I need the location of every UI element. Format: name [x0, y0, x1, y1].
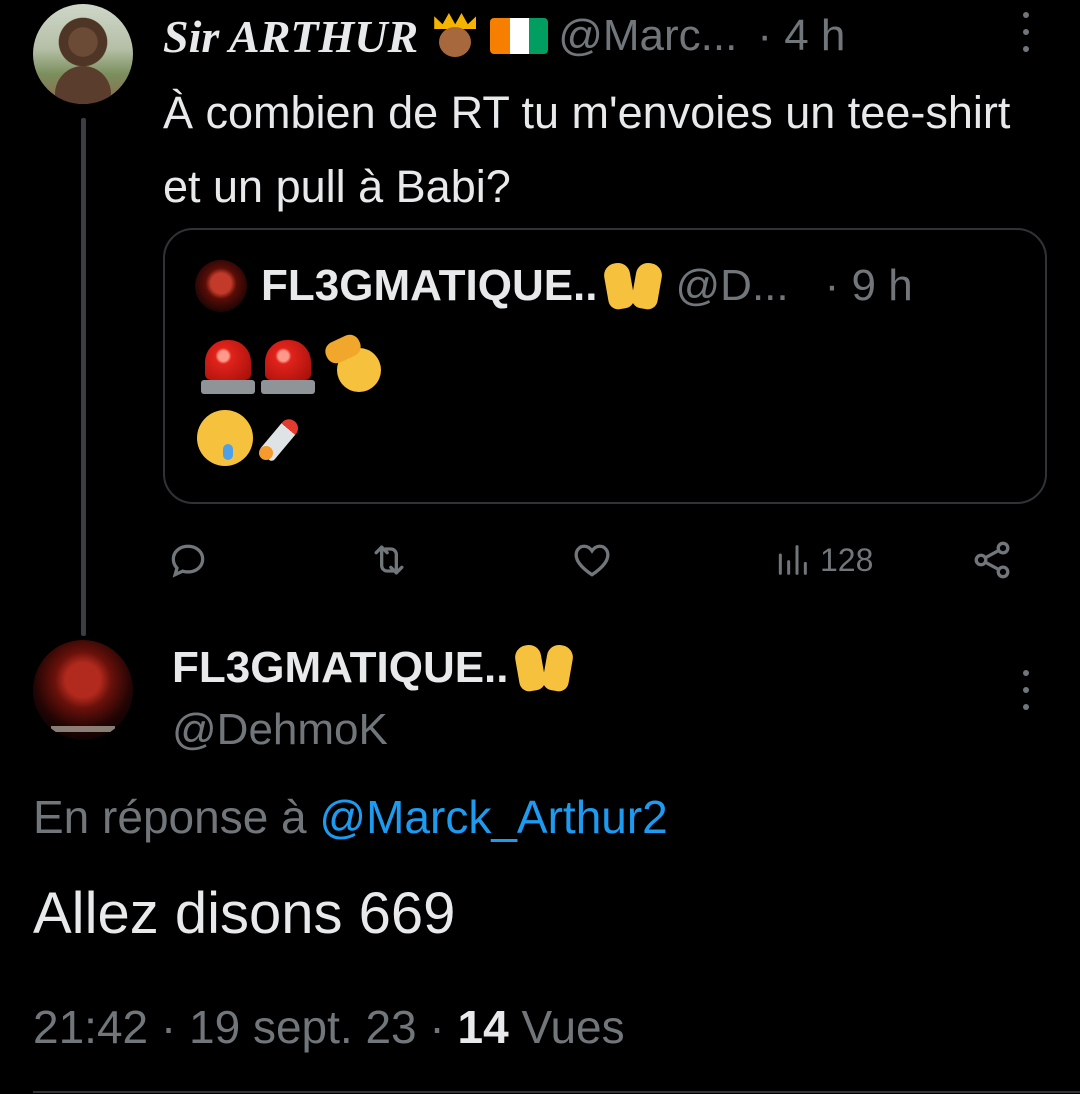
views-count: 128 [820, 541, 874, 578]
saluting-face-icon [322, 331, 383, 396]
parent-more-options-icon[interactable] [1020, 12, 1032, 52]
reply-button[interactable] [166, 538, 210, 582]
share-button[interactable] [970, 538, 1014, 582]
avatar-figure [55, 66, 111, 104]
reply-icon [171, 544, 205, 578]
main-author-avatar[interactable] [33, 640, 133, 740]
quoted-author-handle: @D... [675, 261, 789, 310]
quoted-tweet-emoji-line-1 [201, 331, 383, 396]
divider [33, 1091, 1080, 1093]
parent-tweet-time[interactable]: · 4 h [757, 11, 845, 61]
avatar-caption [51, 726, 115, 732]
parent-author-avatar[interactable] [33, 4, 133, 104]
reply-target-link[interactable]: @Marck_Arthur2 [319, 791, 667, 843]
views-chart-icon [778, 545, 807, 575]
quoted-tweet-time: · 9 h [824, 261, 913, 310]
parent-tweet-text: À combien de RT tu m'envoies un tee-shir… [163, 87, 1011, 212]
retweet-button[interactable] [366, 538, 412, 582]
meta-separator: · [160, 1001, 190, 1053]
quoted-author-avatar [195, 260, 247, 312]
quoted-author-name: FL3GMATIQUE.. [261, 261, 598, 310]
views-label: Vues [521, 1001, 625, 1053]
thread-connector-line [81, 118, 86, 636]
rocket-icon [257, 410, 313, 466]
parent-tweet-header: Sir ARTHUR @Marc... · 4 h [163, 8, 845, 64]
raising-hands-icon [512, 641, 575, 695]
views-value: 14 [457, 1001, 509, 1053]
reply-prefix: En réponse à [33, 791, 320, 843]
drooling-face-icon [197, 410, 253, 466]
main-author-name-row: FL3GMATIQUE.. [172, 628, 575, 708]
police-siren-icon [261, 338, 315, 396]
tweet-meta: 21:42 · 19 sept. 23 · 14 Vues [33, 1000, 625, 1054]
heart-icon [574, 544, 610, 577]
parent-author-handle[interactable]: @Marc... [558, 11, 737, 61]
tweet-date[interactable]: 19 sept. 23 [189, 1001, 417, 1053]
tweet-time[interactable]: 21:42 [33, 1001, 148, 1053]
crown-person-icon [430, 13, 480, 59]
main-author-handle[interactable]: @DehmoK [172, 705, 388, 755]
quoted-tweet-header: FL3GMATIQUE.. @D... · 9 h [261, 256, 913, 316]
cote-divoire-flag-icon [490, 18, 549, 54]
meta-separator: · [429, 1001, 458, 1053]
police-siren-icon [201, 338, 255, 396]
like-button[interactable] [570, 538, 614, 582]
raising-hands-icon [601, 259, 664, 313]
main-tweet-text: Allez disons 669 [33, 881, 456, 946]
quoted-tweet-emoji-line-2 [197, 410, 313, 466]
share-icon [974, 541, 1010, 579]
retweet-icon [374, 545, 404, 575]
main-more-options-icon[interactable] [1020, 670, 1032, 710]
reply-context: En réponse à @Marck_Arthur2 [33, 790, 668, 844]
parent-author-name[interactable]: Sir ARTHUR [163, 10, 418, 63]
quoted-tweet-card[interactable]: FL3GMATIQUE.. @D... · 9 h [163, 228, 1047, 504]
views-button[interactable]: 128 [772, 540, 873, 580]
main-author-name[interactable]: FL3GMATIQUE.. [172, 643, 509, 693]
